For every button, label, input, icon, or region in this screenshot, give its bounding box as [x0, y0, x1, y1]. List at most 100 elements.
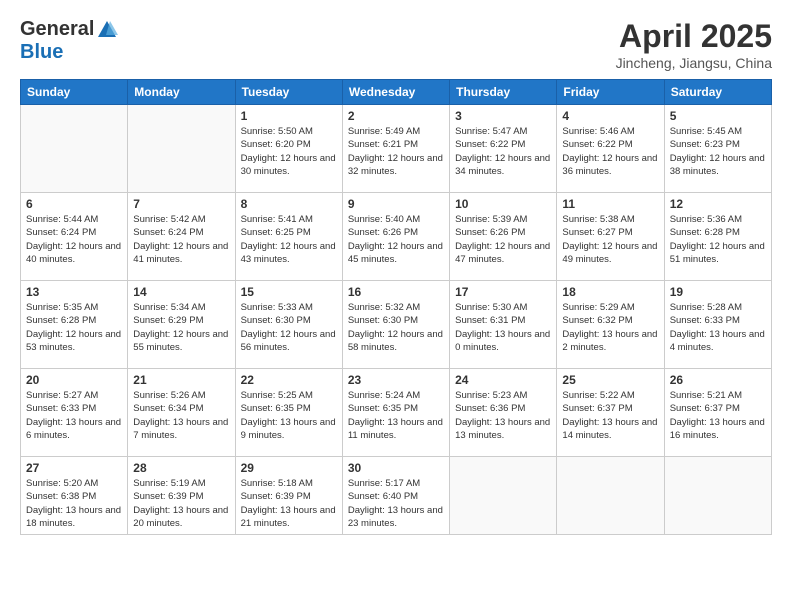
logo: General Blue — [20, 18, 118, 64]
sunset-text: Sunset: 6:37 PM — [670, 402, 766, 415]
sunrise-text: Sunrise: 5:25 AM — [241, 389, 337, 402]
day-number: 3 — [455, 109, 551, 123]
calendar-cell: 22Sunrise: 5:25 AMSunset: 6:35 PMDayligh… — [235, 369, 342, 457]
sunset-text: Sunset: 6:31 PM — [455, 314, 551, 327]
daylight-text: Daylight: 13 hours and 14 minutes. — [562, 416, 658, 443]
calendar-cell: 7Sunrise: 5:42 AMSunset: 6:24 PMDaylight… — [128, 193, 235, 281]
sunset-text: Sunset: 6:23 PM — [670, 138, 766, 151]
daylight-text: Daylight: 12 hours and 41 minutes. — [133, 240, 229, 267]
daylight-text: Daylight: 13 hours and 9 minutes. — [241, 416, 337, 443]
day-number: 17 — [455, 285, 551, 299]
day-header-wednesday: Wednesday — [342, 80, 449, 105]
sunset-text: Sunset: 6:32 PM — [562, 314, 658, 327]
daylight-text: Daylight: 12 hours and 47 minutes. — [455, 240, 551, 267]
sunset-text: Sunset: 6:27 PM — [562, 226, 658, 239]
week-row-4: 20Sunrise: 5:27 AMSunset: 6:33 PMDayligh… — [21, 369, 772, 457]
daylight-text: Daylight: 12 hours and 34 minutes. — [455, 152, 551, 179]
logo-blue: Blue — [20, 41, 63, 64]
day-number: 25 — [562, 373, 658, 387]
daylight-text: Daylight: 13 hours and 16 minutes. — [670, 416, 766, 443]
sunrise-text: Sunrise: 5:40 AM — [348, 213, 444, 226]
logo-general: General — [20, 18, 94, 41]
sunset-text: Sunset: 6:35 PM — [241, 402, 337, 415]
sunrise-text: Sunrise: 5:18 AM — [241, 477, 337, 490]
calendar-cell: 29Sunrise: 5:18 AMSunset: 6:39 PMDayligh… — [235, 457, 342, 535]
sunset-text: Sunset: 6:22 PM — [455, 138, 551, 151]
calendar-cell: 11Sunrise: 5:38 AMSunset: 6:27 PMDayligh… — [557, 193, 664, 281]
sunset-text: Sunset: 6:35 PM — [348, 402, 444, 415]
day-number: 29 — [241, 461, 337, 475]
day-number: 27 — [26, 461, 122, 475]
day-number: 30 — [348, 461, 444, 475]
day-number: 14 — [133, 285, 229, 299]
daylight-text: Daylight: 12 hours and 55 minutes. — [133, 328, 229, 355]
sunset-text: Sunset: 6:30 PM — [348, 314, 444, 327]
sunset-text: Sunset: 6:38 PM — [26, 490, 122, 503]
sunrise-text: Sunrise: 5:50 AM — [241, 125, 337, 138]
daylight-text: Daylight: 12 hours and 51 minutes. — [670, 240, 766, 267]
sunrise-text: Sunrise: 5:22 AM — [562, 389, 658, 402]
sunset-text: Sunset: 6:24 PM — [26, 226, 122, 239]
calendar-cell: 5Sunrise: 5:45 AMSunset: 6:23 PMDaylight… — [664, 105, 771, 193]
sunset-text: Sunset: 6:21 PM — [348, 138, 444, 151]
day-number: 21 — [133, 373, 229, 387]
day-header-thursday: Thursday — [450, 80, 557, 105]
calendar-cell: 18Sunrise: 5:29 AMSunset: 6:32 PMDayligh… — [557, 281, 664, 369]
sunset-text: Sunset: 6:37 PM — [562, 402, 658, 415]
title-block: April 2025 Jincheng, Jiangsu, China — [616, 18, 772, 71]
week-row-3: 13Sunrise: 5:35 AMSunset: 6:28 PMDayligh… — [21, 281, 772, 369]
daylight-text: Daylight: 12 hours and 56 minutes. — [241, 328, 337, 355]
sunrise-text: Sunrise: 5:41 AM — [241, 213, 337, 226]
sunrise-text: Sunrise: 5:49 AM — [348, 125, 444, 138]
daylight-text: Daylight: 13 hours and 7 minutes. — [133, 416, 229, 443]
daylight-text: Daylight: 12 hours and 32 minutes. — [348, 152, 444, 179]
calendar-cell: 12Sunrise: 5:36 AMSunset: 6:28 PMDayligh… — [664, 193, 771, 281]
day-header-saturday: Saturday — [664, 80, 771, 105]
sunset-text: Sunset: 6:20 PM — [241, 138, 337, 151]
week-row-5: 27Sunrise: 5:20 AMSunset: 6:38 PMDayligh… — [21, 457, 772, 535]
sunset-text: Sunset: 6:39 PM — [241, 490, 337, 503]
sunset-text: Sunset: 6:29 PM — [133, 314, 229, 327]
calendar-cell: 20Sunrise: 5:27 AMSunset: 6:33 PMDayligh… — [21, 369, 128, 457]
sunrise-text: Sunrise: 5:27 AM — [26, 389, 122, 402]
sunrise-text: Sunrise: 5:20 AM — [26, 477, 122, 490]
page: General Blue April 2025 Jincheng, Jiangs… — [0, 0, 792, 612]
daylight-text: Daylight: 12 hours and 45 minutes. — [348, 240, 444, 267]
day-number: 10 — [455, 197, 551, 211]
day-number: 9 — [348, 197, 444, 211]
day-number: 2 — [348, 109, 444, 123]
sunrise-text: Sunrise: 5:42 AM — [133, 213, 229, 226]
sunset-text: Sunset: 6:26 PM — [455, 226, 551, 239]
day-number: 12 — [670, 197, 766, 211]
day-number: 5 — [670, 109, 766, 123]
sunrise-text: Sunrise: 5:46 AM — [562, 125, 658, 138]
daylight-text: Daylight: 13 hours and 18 minutes. — [26, 504, 122, 531]
sunset-text: Sunset: 6:33 PM — [26, 402, 122, 415]
header: General Blue April 2025 Jincheng, Jiangs… — [20, 18, 772, 71]
sunrise-text: Sunrise: 5:29 AM — [562, 301, 658, 314]
daylight-text: Daylight: 13 hours and 23 minutes. — [348, 504, 444, 531]
daylight-text: Daylight: 13 hours and 2 minutes. — [562, 328, 658, 355]
calendar-cell: 25 Sunrise: 5:22 AMSunset: 6:37 PMDayligh… — [557, 369, 664, 457]
day-number: 4 — [562, 109, 658, 123]
sunset-text: Sunset: 6:28 PM — [26, 314, 122, 327]
calendar-cell: 2 Sunrise: 5:49 AMSunset: 6:21 PMDaylight… — [342, 105, 449, 193]
day-number: 26 — [670, 373, 766, 387]
daylight-text: Daylight: 12 hours and 40 minutes. — [26, 240, 122, 267]
day-header-friday: Friday — [557, 80, 664, 105]
calendar-cell: 16Sunrise: 5:32 AMSunset: 6:30 PMDayligh… — [342, 281, 449, 369]
sunset-text: Sunset: 6:30 PM — [241, 314, 337, 327]
sunrise-text: Sunrise: 5:38 AM — [562, 213, 658, 226]
daylight-text: Daylight: 13 hours and 11 minutes. — [348, 416, 444, 443]
sunset-text: Sunset: 6:28 PM — [670, 226, 766, 239]
sunrise-text: Sunrise: 5:39 AM — [455, 213, 551, 226]
sunrise-text: Sunrise: 5:21 AM — [670, 389, 766, 402]
sunrise-text: Sunrise: 5:30 AM — [455, 301, 551, 314]
daylight-text: Daylight: 13 hours and 0 minutes. — [455, 328, 551, 355]
calendar-cell: 21Sunrise: 5:26 AMSunset: 6:34 PMDayligh… — [128, 369, 235, 457]
calendar-cell: 4Sunrise: 5:46 AMSunset: 6:22 PMDaylight… — [557, 105, 664, 193]
daylight-text: Daylight: 13 hours and 4 minutes. — [670, 328, 766, 355]
calendar-cell: 13Sunrise: 5:35 AMSunset: 6:28 PMDayligh… — [21, 281, 128, 369]
calendar-cell — [128, 105, 235, 193]
month-title: April 2025 — [616, 18, 772, 55]
